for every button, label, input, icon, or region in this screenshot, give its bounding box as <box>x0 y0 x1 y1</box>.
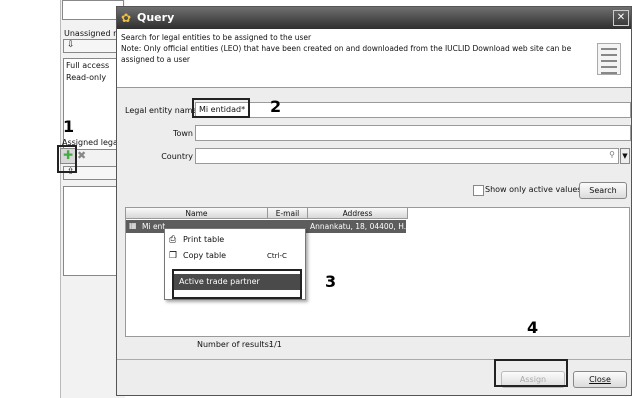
row-name-cell: Mi ent <box>142 222 166 231</box>
results-count-label: Number of results: <box>197 340 272 349</box>
callout-2-highlight <box>192 98 250 118</box>
close-button[interactable]: Close <box>573 371 627 388</box>
country-input[interactable]: ⚲ <box>195 148 619 164</box>
callout-2: 2 <box>270 97 282 116</box>
row-address-cell: Annankatu, 18, 04400, H... <box>310 222 411 231</box>
list-item[interactable]: Full access <box>66 61 109 70</box>
query-dialog: ✿ Query ✕ Search for legal entities to b… <box>116 6 632 396</box>
country-dropdown-button[interactable]: ▼ <box>620 148 630 164</box>
active-values-checkbox[interactable] <box>473 185 484 196</box>
info-text-3: assigned to a user <box>121 55 191 64</box>
move-arrow-button[interactable]: ⇩ <box>63 39 123 53</box>
chevron-down-icon: ▼ <box>622 152 628 160</box>
active-values-label: Show only active values <box>485 185 582 194</box>
country-label: Country <box>161 152 193 161</box>
dialog-title: Query <box>137 11 175 24</box>
menu-item-label: Print table <box>183 235 225 244</box>
info-text-2: Note: Only official entities (LEO) that … <box>121 44 572 53</box>
dialog-titlebar[interactable]: ✿ Query ✕ <box>117 7 631 29</box>
list-item[interactable]: Read-only <box>66 73 106 82</box>
menu-item-copy-table[interactable]: ❐ Copy table Ctrl-C <box>165 249 305 263</box>
document-icon <box>597 43 621 75</box>
column-header-name[interactable]: Name <box>126 208 268 219</box>
unassigned-roles-label: Unassigned r <box>64 29 117 38</box>
column-header-address[interactable]: Address <box>308 208 408 219</box>
menu-item-print-table[interactable]: ⎙ Print table <box>165 233 305 247</box>
app-logo-icon: ✿ <box>121 11 132 25</box>
callout-4: 4 <box>527 318 539 337</box>
remove-entity-icon[interactable]: ✖ <box>77 149 86 162</box>
callout-3: 3 <box>325 272 337 291</box>
entity-row-icon: ▦ <box>129 221 137 230</box>
info-text-1: Search for legal entities to be assigned… <box>121 33 312 42</box>
info-panel: Search for legal entities to be assigned… <box>117 29 631 88</box>
arrow-down-icon: ⇩ <box>67 40 75 50</box>
menu-item-label: Copy table <box>183 251 227 260</box>
town-input[interactable] <box>195 125 631 141</box>
legal-entity-input[interactable]: Mi entidad* <box>195 102 631 118</box>
legal-entity-label: Legal entity name <box>125 106 198 115</box>
background-top-box <box>62 0 124 20</box>
callout-1: 1 <box>63 117 75 136</box>
column-header-email[interactable]: E-mail <box>268 208 308 219</box>
close-window-icon[interactable]: ✕ <box>613 10 629 26</box>
assigned-entities-list[interactable] <box>63 186 123 276</box>
search-button[interactable]: Search <box>579 182 627 199</box>
town-label: Town <box>172 129 193 138</box>
menu-item-shortcut: Ctrl-C <box>267 252 287 260</box>
callout-4-highlight <box>494 359 568 387</box>
results-count-value: 1/1 <box>269 340 282 349</box>
callout-1-highlight <box>57 145 77 173</box>
copy-icon: ❐ <box>169 251 178 261</box>
roles-list[interactable]: Full access Read-only <box>63 58 123 150</box>
search-icon: ⚲ <box>609 150 615 159</box>
callout-3-highlight <box>172 269 302 299</box>
printer-icon: ⎙ <box>169 235 177 245</box>
